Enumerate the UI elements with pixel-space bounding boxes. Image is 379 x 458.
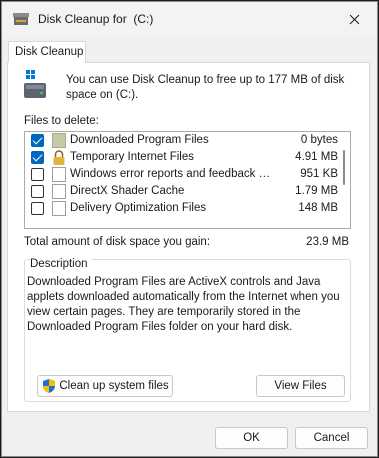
file-name: Temporary Internet Files bbox=[70, 151, 194, 163]
description-text: Downloaded Program Files are ActiveX con… bbox=[27, 276, 340, 333]
disk-cleanup-panel: You can use Disk Cleanup to free up to 1… bbox=[7, 62, 370, 412]
file-checkbox[interactable] bbox=[31, 168, 44, 181]
total-gain-label: Total amount of disk space you gain: bbox=[24, 236, 211, 248]
file-size: 4.91 MB bbox=[295, 151, 338, 163]
file-name: DirectX Shader Cache bbox=[70, 185, 185, 197]
file-icon bbox=[52, 184, 66, 199]
file-size: 0 bytes bbox=[300, 134, 338, 146]
file-row-directx-shader-cache[interactable]: DirectX Shader Cache 1.79 MB bbox=[25, 183, 338, 200]
files-scrollbar[interactable] bbox=[338, 132, 350, 228]
file-checkbox[interactable] bbox=[31, 185, 44, 198]
shield-icon bbox=[43, 379, 56, 393]
file-name: Windows error reports and feedback di... bbox=[70, 168, 275, 180]
file-row-temporary-internet-files[interactable]: Temporary Internet Files 4.91 MB bbox=[25, 149, 338, 166]
scrollbar-thumb[interactable] bbox=[343, 150, 345, 185]
files-list[interactable]: Downloaded Program Files 0 bytes Tempora… bbox=[24, 131, 351, 229]
window-title: Disk Cleanup for (C:) bbox=[38, 12, 154, 26]
file-name: Delivery Optimization Files bbox=[70, 202, 207, 214]
description-title: Description bbox=[30, 258, 92, 270]
cancel-button[interactable]: Cancel bbox=[295, 427, 368, 449]
close-icon bbox=[349, 14, 359, 24]
file-icon bbox=[52, 167, 66, 182]
files-to-delete-label: Files to delete: bbox=[24, 115, 99, 127]
lock-icon bbox=[53, 150, 65, 165]
view-files-button[interactable]: View Files bbox=[256, 375, 345, 397]
file-size: 951 KB bbox=[300, 168, 338, 180]
disk-cleanup-icon bbox=[13, 13, 29, 25]
title-bar: Disk Cleanup for (C:) bbox=[2, 2, 377, 38]
file-icon bbox=[52, 201, 66, 216]
folder-icon bbox=[52, 133, 66, 148]
clean-up-system-files-label: Clean up system files bbox=[59, 380, 169, 392]
file-size: 148 MB bbox=[298, 202, 338, 214]
drive-icon bbox=[24, 70, 46, 98]
file-row-delivery-optimization-files[interactable]: Delivery Optimization Files 148 MB bbox=[25, 200, 338, 217]
file-row-windows-error-reports[interactable]: Windows error reports and feedback di...… bbox=[25, 166, 338, 183]
file-row-downloaded-program-files[interactable]: Downloaded Program Files 0 bytes bbox=[25, 132, 338, 149]
intro-text: You can use Disk Cleanup to free up to 1… bbox=[66, 74, 345, 101]
close-button[interactable] bbox=[331, 2, 377, 36]
total-gain-value: 23.9 MB bbox=[306, 236, 349, 248]
file-checkbox[interactable] bbox=[31, 151, 44, 164]
ok-button[interactable]: OK bbox=[215, 427, 288, 449]
file-name: Downloaded Program Files bbox=[70, 134, 209, 146]
disk-cleanup-window: Disk Cleanup for (C:) Disk Cleanup You c… bbox=[1, 1, 378, 457]
file-checkbox[interactable] bbox=[31, 202, 44, 215]
clean-up-system-files-button[interactable]: Clean up system files bbox=[37, 375, 173, 397]
tab-disk-cleanup[interactable]: Disk Cleanup bbox=[8, 41, 86, 63]
file-checkbox[interactable] bbox=[31, 134, 44, 147]
file-size: 1.79 MB bbox=[295, 185, 338, 197]
